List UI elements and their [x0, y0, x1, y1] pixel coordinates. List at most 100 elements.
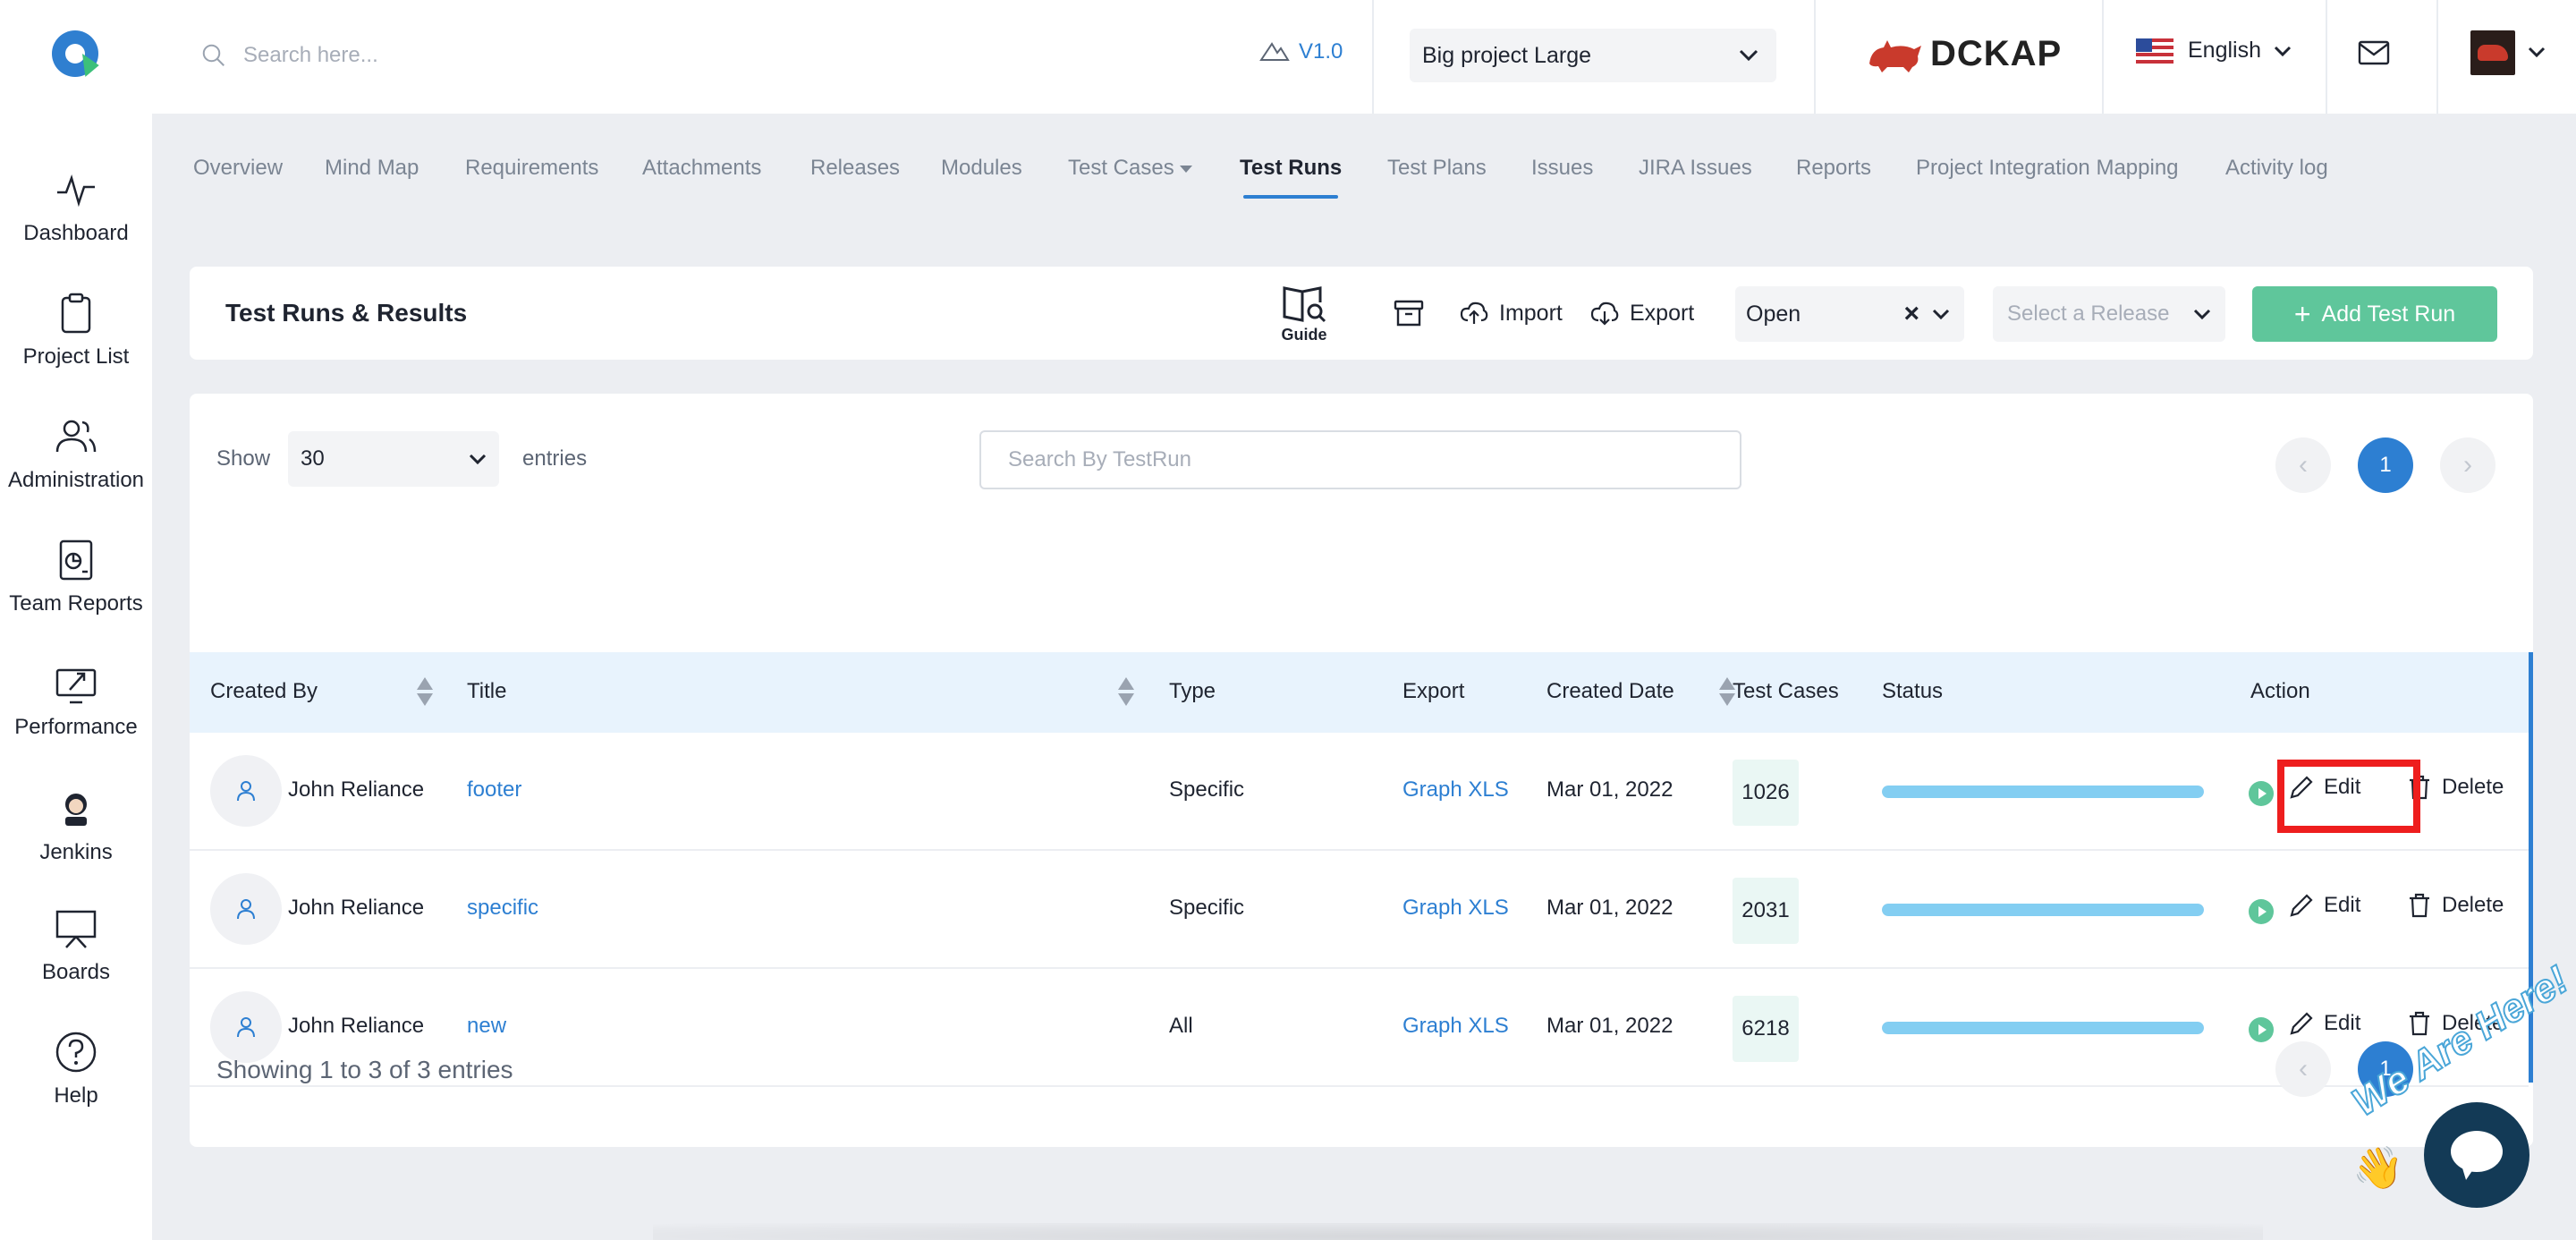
- export-graph-xls-link[interactable]: Graph XLS: [1402, 777, 1509, 803]
- prev-page-button[interactable]: ‹: [2275, 1041, 2331, 1097]
- sidebar-item-label: Team Reports: [9, 591, 143, 616]
- column-header-created-date[interactable]: Created Date: [1546, 679, 1674, 704]
- global-search[interactable]: [200, 34, 648, 77]
- status-progress-fill: [1882, 786, 2204, 798]
- sidebar-item-team-reports[interactable]: Team Reports: [0, 538, 152, 616]
- edit-label: Edit: [2324, 1011, 2361, 1035]
- delete-label: Delete: [2442, 893, 2504, 917]
- guide-button[interactable]: Guide: [1281, 283, 1327, 344]
- tab-label: Test Cases: [1068, 156, 1174, 180]
- play-icon[interactable]: [2249, 1017, 2274, 1042]
- test-runs-table-card: Show 30 entries ‹ 1 › Created By Title T…: [190, 394, 2533, 1147]
- tab-issues[interactable]: Issues: [1531, 156, 1593, 181]
- entries-select[interactable]: 30: [288, 431, 500, 487]
- export-graph-xls-link[interactable]: Graph XLS: [1402, 1014, 1509, 1039]
- chevron-down-icon[interactable]: [2528, 47, 2546, 57]
- search-icon: [202, 44, 225, 66]
- plus-icon: +: [2293, 297, 2311, 330]
- brand-logo: DCKAP: [1868, 34, 2062, 74]
- clear-icon[interactable]: ×: [1903, 299, 1919, 329]
- show-label: Show: [216, 446, 271, 471]
- board-icon: [55, 910, 97, 948]
- column-header-created-by[interactable]: Created By: [210, 679, 318, 704]
- chevron-down-icon: [2274, 46, 2292, 56]
- status-filter-select[interactable]: Open ×: [1735, 286, 1964, 342]
- user-avatar[interactable]: [2470, 30, 2515, 75]
- tab-releases[interactable]: Releases: [810, 156, 900, 181]
- release-select[interactable]: Select a Release: [1993, 286, 2225, 342]
- top-header: V1.0 Big project Large DCKAP English: [0, 0, 2576, 114]
- pencil-icon: [2290, 1012, 2313, 1035]
- language-select[interactable]: English: [2136, 38, 2292, 64]
- app-logo[interactable]: [52, 30, 99, 77]
- import-button[interactable]: Import: [1460, 299, 1563, 327]
- tab-project-integration-mapping[interactable]: Project Integration Mapping: [1916, 156, 2179, 181]
- test-run-title-link[interactable]: new: [467, 1014, 506, 1039]
- tab-attachments[interactable]: Attachments: [642, 156, 761, 181]
- table-search-input[interactable]: [1008, 447, 1713, 472]
- archive-icon[interactable]: [1394, 299, 1424, 327]
- tab-test-runs[interactable]: Test Runs: [1240, 156, 1342, 199]
- book-search-icon: [1283, 286, 1326, 323]
- project-tabs: Overview Mind Map Requirements Attachmen…: [152, 114, 2576, 221]
- column-header-title[interactable]: Title: [467, 679, 506, 704]
- sort-icon[interactable]: [417, 677, 433, 708]
- pagination-top: ‹ 1 ›: [2275, 437, 2522, 493]
- export-button[interactable]: Export: [1590, 299, 1694, 327]
- created-date: Mar 01, 2022: [1546, 896, 1674, 920]
- page-button[interactable]: 1: [2358, 437, 2413, 493]
- main-content: Overview Mind Map Requirements Attachmen…: [152, 114, 2576, 1240]
- sidebar-item-dashboard[interactable]: Dashboard: [0, 167, 152, 246]
- sidebar-item-performance[interactable]: Performance: [0, 661, 152, 740]
- table-search[interactable]: [979, 430, 1741, 489]
- column-header-type: Type: [1169, 679, 1216, 703]
- trash-icon: [2410, 893, 2429, 918]
- tab-modules[interactable]: Modules: [941, 156, 1022, 181]
- edit-label: Edit: [2324, 893, 2361, 917]
- tab-activity-log[interactable]: Activity log: [2225, 156, 2328, 181]
- status-progress-bar: [1882, 904, 2204, 916]
- play-icon[interactable]: [2249, 781, 2274, 806]
- tab-jira-issues[interactable]: JIRA Issues: [1639, 156, 1752, 181]
- sidebar-item-label: Boards: [41, 960, 111, 984]
- tab-test-cases[interactable]: Test Cases: [1068, 156, 1192, 181]
- add-test-run-label: Add Test Run: [2321, 301, 2456, 327]
- tab-overview[interactable]: Overview: [193, 156, 283, 181]
- chat-button[interactable]: [2424, 1102, 2529, 1208]
- prev-page-button[interactable]: ‹: [2275, 437, 2331, 493]
- delete-button[interactable]: Delete: [2406, 774, 2504, 801]
- tab-requirements[interactable]: Requirements: [465, 156, 598, 181]
- test-run-title-link[interactable]: footer: [467, 777, 521, 803]
- user-icon: [210, 991, 282, 1063]
- users-icon: [55, 420, 97, 453]
- column-header-export: Export: [1402, 679, 1465, 703]
- test-run-title-link[interactable]: specific: [467, 896, 538, 921]
- status-progress-fill: [1882, 1022, 2204, 1034]
- column-header-action: Action: [2250, 679, 2310, 703]
- tab-mind-map[interactable]: Mind Map: [325, 156, 419, 181]
- tab-test-plans[interactable]: Test Plans: [1387, 156, 1487, 181]
- entries-summary: Showing 1 to 3 of 3 entries: [216, 1056, 513, 1083]
- pencil-icon: [2290, 894, 2313, 917]
- divider: [2102, 0, 2104, 114]
- language-value: English: [2188, 38, 2261, 63]
- play-icon[interactable]: [2249, 899, 2274, 924]
- status-progress-fill: [1882, 904, 2204, 916]
- sidebar-item-help[interactable]: Help: [0, 1030, 152, 1108]
- sidebar-item-boards[interactable]: Boards: [0, 906, 152, 985]
- version-badge[interactable]: V1.0: [1259, 39, 1343, 64]
- sidebar-item-project-list[interactable]: Project List: [0, 291, 152, 369]
- delete-button[interactable]: Delete: [2406, 892, 2504, 919]
- sort-icon[interactable]: [1118, 677, 1134, 708]
- edit-button[interactable]: Edit: [2288, 892, 2360, 919]
- export-graph-xls-link[interactable]: Graph XLS: [1402, 896, 1509, 921]
- global-search-input[interactable]: [243, 43, 601, 68]
- next-page-button[interactable]: ›: [2440, 437, 2496, 493]
- sidebar-item-administration[interactable]: Administration: [0, 414, 152, 493]
- mail-icon[interactable]: [2358, 39, 2390, 66]
- add-test-run-button[interactable]: + Add Test Run: [2252, 286, 2497, 342]
- sidebar-item-jenkins[interactable]: Jenkins: [0, 786, 152, 865]
- tab-reports[interactable]: Reports: [1796, 156, 1871, 181]
- project-select[interactable]: Big project Large: [1410, 29, 1776, 82]
- edit-button[interactable]: Edit: [2288, 1010, 2360, 1037]
